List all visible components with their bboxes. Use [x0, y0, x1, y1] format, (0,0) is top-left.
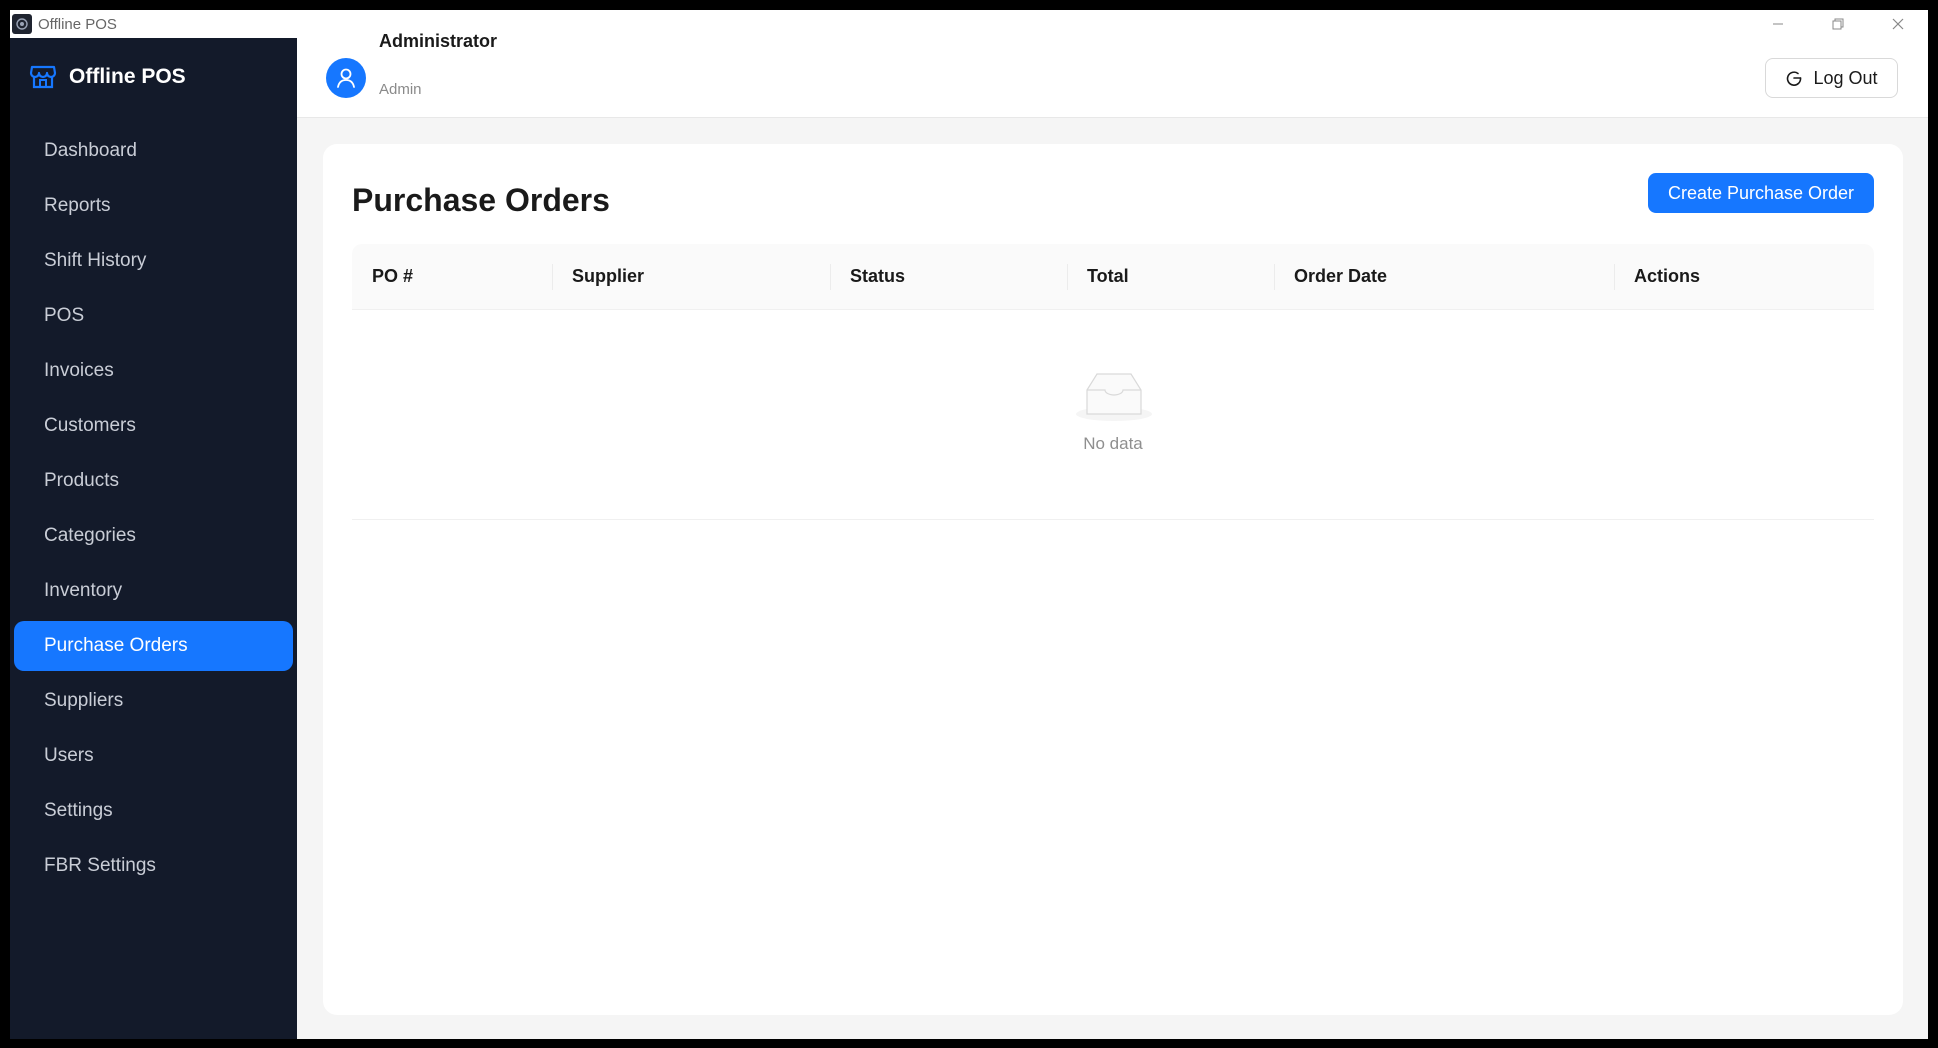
user-icon	[337, 68, 355, 88]
sidebar-item-invoices[interactable]: Invoices	[14, 346, 293, 396]
sidebar-item-inventory[interactable]: Inventory	[14, 566, 293, 616]
sidebar-item-categories[interactable]: Categories	[14, 511, 293, 561]
store-icon	[29, 65, 57, 89]
sidebar-item-purchase-orders[interactable]: Purchase Orders	[14, 621, 293, 671]
sidebar-item-pos[interactable]: POS	[14, 291, 293, 341]
table-header: PO # Supplier Status Total Order Date Ac…	[352, 244, 1874, 310]
content-card: Purchase Orders Create Purchase Order PO…	[323, 144, 1903, 1015]
column-header-order-date[interactable]: Order Date	[1274, 244, 1614, 310]
empty-text: No data	[1083, 434, 1143, 453]
sidebar-item-reports[interactable]: Reports	[14, 181, 293, 231]
column-header-actions: Actions	[1614, 244, 1874, 310]
create-purchase-order-button[interactable]: Create Purchase Order	[1648, 173, 1874, 213]
user-name: Administrator	[379, 31, 498, 51]
sidebar-item-fbr-settings[interactable]: FBR Settings	[14, 841, 293, 891]
column-header-po-number[interactable]: PO #	[352, 244, 552, 310]
sidebar: Offline POS Dashboard Reports Shift Hist…	[10, 38, 297, 1039]
top-header: Administrator Admin Log Out	[297, 31, 1928, 118]
title-bar: Offline POS	[10, 10, 1928, 38]
brand-name: Offline POS	[69, 65, 186, 88]
close-icon	[1892, 18, 1904, 30]
avatar	[326, 58, 366, 98]
table-empty-state: No data	[352, 310, 1874, 520]
inbox-icon	[1076, 373, 1152, 421]
column-header-supplier[interactable]: Supplier	[552, 244, 830, 310]
restore-button[interactable]	[1808, 10, 1868, 38]
sidebar-item-shift-history[interactable]: Shift History	[14, 236, 293, 286]
brand[interactable]: Offline POS	[29, 63, 186, 91]
sidebar-item-customers[interactable]: Customers	[14, 401, 293, 451]
logout-button[interactable]: Log Out	[1765, 58, 1898, 98]
minimize-button[interactable]	[1748, 10, 1808, 38]
sidebar-item-products[interactable]: Products	[14, 456, 293, 506]
app-icon	[12, 14, 32, 34]
user-role: Admin	[379, 81, 422, 98]
sidebar-nav: Dashboard Reports Shift History POS Invo…	[14, 126, 293, 896]
sidebar-item-users[interactable]: Users	[14, 731, 293, 781]
sidebar-item-suppliers[interactable]: Suppliers	[14, 676, 293, 726]
window-controls	[1748, 10, 1928, 38]
logout-icon	[1787, 71, 1802, 86]
column-header-total[interactable]: Total	[1067, 244, 1274, 310]
window-title: Offline POS	[38, 15, 117, 33]
minimize-icon	[1773, 23, 1783, 25]
app-window: Offline POS Offline POS Dashboard Report	[10, 10, 1928, 1039]
close-button[interactable]	[1868, 10, 1928, 38]
column-header-status[interactable]: Status	[830, 244, 1067, 310]
logout-label: Log Out	[1813, 67, 1878, 88]
page-title: Purchase Orders	[352, 182, 610, 218]
sidebar-item-dashboard[interactable]: Dashboard	[14, 126, 293, 176]
sidebar-item-settings[interactable]: Settings	[14, 786, 293, 836]
purchase-orders-table: PO # Supplier Status Total Order Date Ac…	[352, 244, 1874, 520]
restore-icon	[1832, 18, 1844, 30]
